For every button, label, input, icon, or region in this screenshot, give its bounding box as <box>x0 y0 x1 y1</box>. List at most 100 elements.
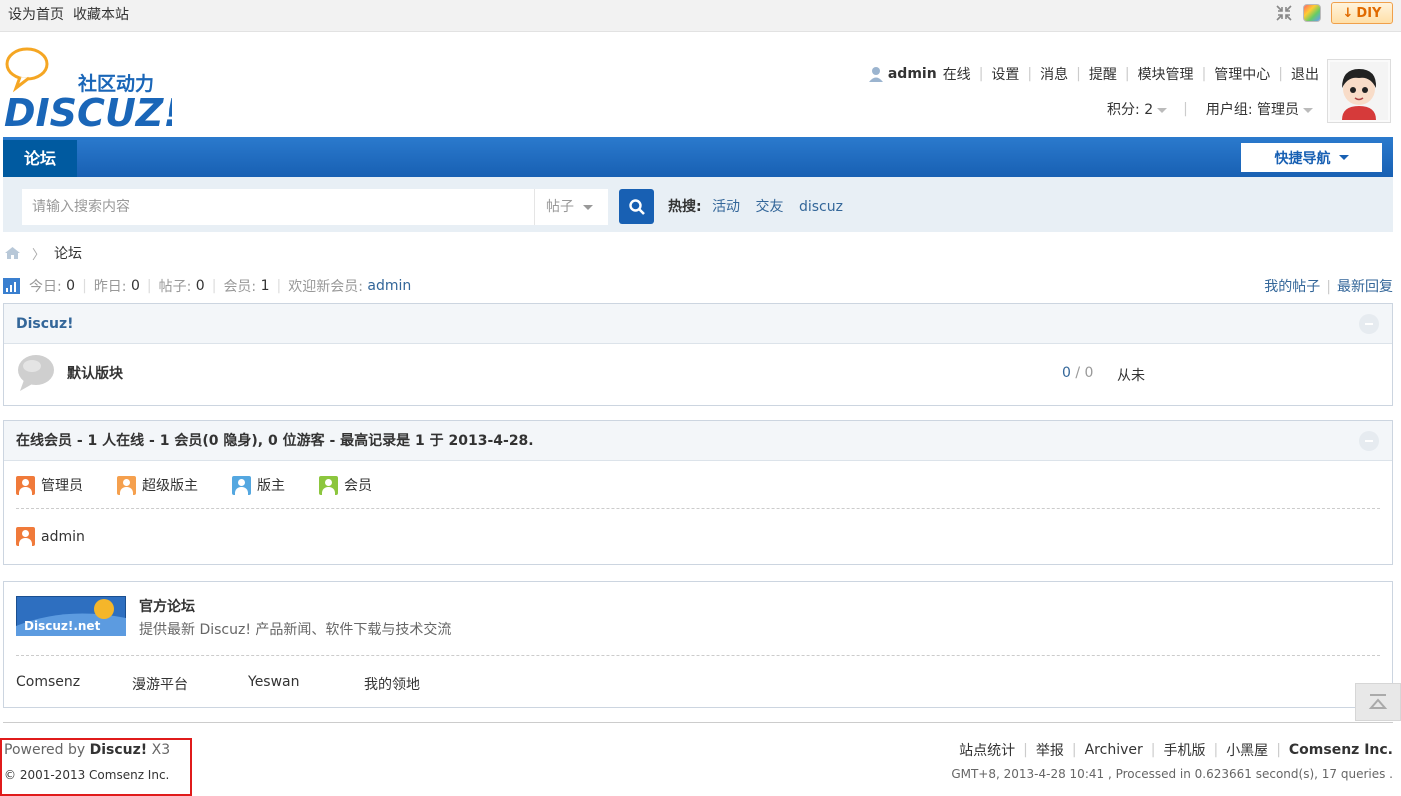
blacklist-link[interactable]: 小黑屋 <box>1226 740 1268 760</box>
link-my-territory[interactable]: 我的领地 <box>364 674 480 694</box>
back-to-top-button[interactable] <box>1355 683 1401 721</box>
footer-separator: | <box>1150 742 1156 758</box>
toolbar-icons: ↓ DIY <box>1275 2 1393 24</box>
online-user: admin <box>16 527 85 546</box>
forum-counts: 0 / 0 <box>1062 365 1094 381</box>
notifications-link[interactable]: 提醒 <box>1089 64 1117 84</box>
search-input[interactable]: 请输入搜索内容 <box>22 189 534 225</box>
legend-label: 版主 <box>257 478 285 494</box>
chevron-down-icon <box>1338 155 1349 160</box>
hot-search-link[interactable]: 活动 <box>712 199 740 215</box>
link-manyou[interactable]: 漫游平台 <box>132 674 248 694</box>
collapse-icon[interactable] <box>1359 314 1379 334</box>
messages-link[interactable]: 消息 <box>1040 64 1068 84</box>
product-link[interactable]: Discuz! <box>90 742 148 758</box>
welcome-label: 欢迎新会员: <box>288 279 363 295</box>
site-stats-link[interactable]: 站点统计 <box>959 740 1015 760</box>
divider <box>16 655 1380 656</box>
post-count: 0 <box>1084 365 1094 381</box>
collapse-width-icon[interactable] <box>1275 4 1293 22</box>
footer-divider <box>3 722 1393 723</box>
forum-category: Discuz! 默认版块 0 / 0 从未 <box>3 303 1393 406</box>
category-title[interactable]: Discuz! <box>16 316 74 332</box>
comsenz-brand-link[interactable]: Comsenz Inc. <box>1289 742 1393 758</box>
mobile-link[interactable]: 手机版 <box>1163 740 1205 760</box>
chevron-down-icon <box>583 204 593 210</box>
newest-member-link[interactable]: admin <box>367 278 411 294</box>
hot-search-link[interactable]: 交友 <box>756 199 784 215</box>
diy-button[interactable]: ↓ DIY <box>1331 2 1393 24</box>
nav-separator: | <box>1183 101 1188 117</box>
footer-meta: GMT+8, 2013-4-28 10:41 , Processed in 0.… <box>951 767 1393 781</box>
nav-separator: | <box>1124 66 1130 82</box>
user-nav: admin 在线 | 设置 | 消息 | 提醒 | 模块管理 | 管理中心 | … <box>868 64 1319 84</box>
yesterday-value: 0 <box>130 278 140 294</box>
user-icon <box>868 67 883 82</box>
search-icon <box>628 198 645 215</box>
logout-link[interactable]: 退出 <box>1291 64 1319 84</box>
set-homepage-link[interactable]: 设为首页 <box>8 7 64 23</box>
links-list: Comsenz 漫游平台 Yeswan 我的领地 <box>16 674 480 694</box>
legend-member: 会员 <box>319 475 372 495</box>
stats-separator: | <box>82 278 87 294</box>
my-posts-link[interactable]: 我的帖子 <box>1264 279 1320 295</box>
breadcrumb-current[interactable]: 论坛 <box>54 243 82 263</box>
usergroup-dropdown[interactable]: 用户组: 管理员 <box>1206 99 1313 119</box>
online-username-link[interactable]: admin <box>41 529 85 545</box>
stats-separator: | <box>1326 279 1331 295</box>
legend-label: 管理员 <box>41 478 83 494</box>
home-icon[interactable] <box>4 246 21 260</box>
nav-separator: | <box>1201 66 1207 82</box>
stats-separator: | <box>146 278 152 294</box>
nav-separator: | <box>1027 66 1033 82</box>
username-link[interactable]: admin <box>888 66 937 82</box>
credits-dropdown[interactable]: 积分: 2 <box>1107 99 1168 119</box>
online-title[interactable]: 在线会员 - 1 人在线 - 1 会员(0 隐身), 0 位游客 - 最高记录是… <box>16 433 534 449</box>
site-logo[interactable]: 社区动力 DISCUZ! <box>2 44 181 135</box>
online-members: 在线会员 - 1 人在线 - 1 会员(0 隐身), 0 位游客 - 最高记录是… <box>3 420 1393 565</box>
usergroup-label: 用户组: 管理员 <box>1205 102 1299 118</box>
bookmark-link[interactable]: 收藏本站 <box>73 7 129 23</box>
footer-separator: | <box>1071 742 1077 758</box>
hot-searches: 热搜: 活动 交友 discuz <box>668 196 854 216</box>
theme-switch-icon[interactable] <box>1303 4 1321 22</box>
links-title[interactable]: 官方论坛 <box>139 596 195 616</box>
posts-value: 0 <box>195 278 205 294</box>
discuz-net-logo[interactable]: Discuz!.net <box>16 596 126 636</box>
module-management-link[interactable]: 模块管理 <box>1138 64 1194 84</box>
user-meta: 积分: 2 | 用户组: 管理员 <box>1107 99 1313 119</box>
nav-separator: | <box>1076 66 1081 82</box>
stats-chart-icon <box>3 278 20 294</box>
footer-links: 站点统计 | 举报 | Archiver | 手机版 | 小黑屋 | Comse… <box>959 740 1393 760</box>
avatar[interactable] <box>1327 59 1391 123</box>
forum-row: 默认版块 0 / 0 从未 <box>4 344 1392 404</box>
footer-separator: | <box>1023 742 1028 758</box>
link-comsenz[interactable]: Comsenz <box>16 674 132 694</box>
hot-search-link[interactable]: discuz <box>799 199 843 215</box>
tab-forum[interactable]: 论坛 <box>3 140 77 177</box>
posts-label: 帖子: <box>158 279 192 295</box>
quick-nav-button[interactable]: 快捷导航 <box>1241 143 1382 172</box>
diy-label: DIY <box>1356 5 1382 21</box>
forum-name-link[interactable]: 默认版块 <box>67 363 123 383</box>
powered-by: Powered by Discuz! X3 <box>4 742 170 758</box>
online-status[interactable]: 在线 <box>943 64 971 84</box>
friend-links: Discuz!.net 官方论坛 提供最新 Discuz! 产品新闻、软件下载与… <box>3 581 1393 708</box>
nav-separator: | <box>1278 66 1283 82</box>
yesterday-label: 昨日: <box>93 279 127 295</box>
latest-replies-link[interactable]: 最新回复 <box>1337 279 1393 295</box>
report-link[interactable]: 举报 <box>1036 740 1064 760</box>
search-button[interactable] <box>619 189 654 224</box>
admin-user-icon <box>16 475 35 495</box>
chevron-down-icon <box>1303 107 1313 113</box>
version-link[interactable]: X3 <box>152 742 171 758</box>
admin-center-link[interactable]: 管理中心 <box>1214 64 1270 84</box>
link-yeswan[interactable]: Yeswan <box>248 674 364 694</box>
links-description: 提供最新 Discuz! 产品新闻、软件下载与技术交流 <box>139 622 452 638</box>
archiver-link[interactable]: Archiver <box>1085 742 1143 758</box>
collapse-icon[interactable] <box>1359 431 1379 451</box>
search-type-select[interactable]: 帖子 <box>534 189 608 225</box>
settings-link[interactable]: 设置 <box>991 64 1019 84</box>
admin-user-icon <box>16 527 35 546</box>
footer-separator: | <box>1276 742 1281 758</box>
